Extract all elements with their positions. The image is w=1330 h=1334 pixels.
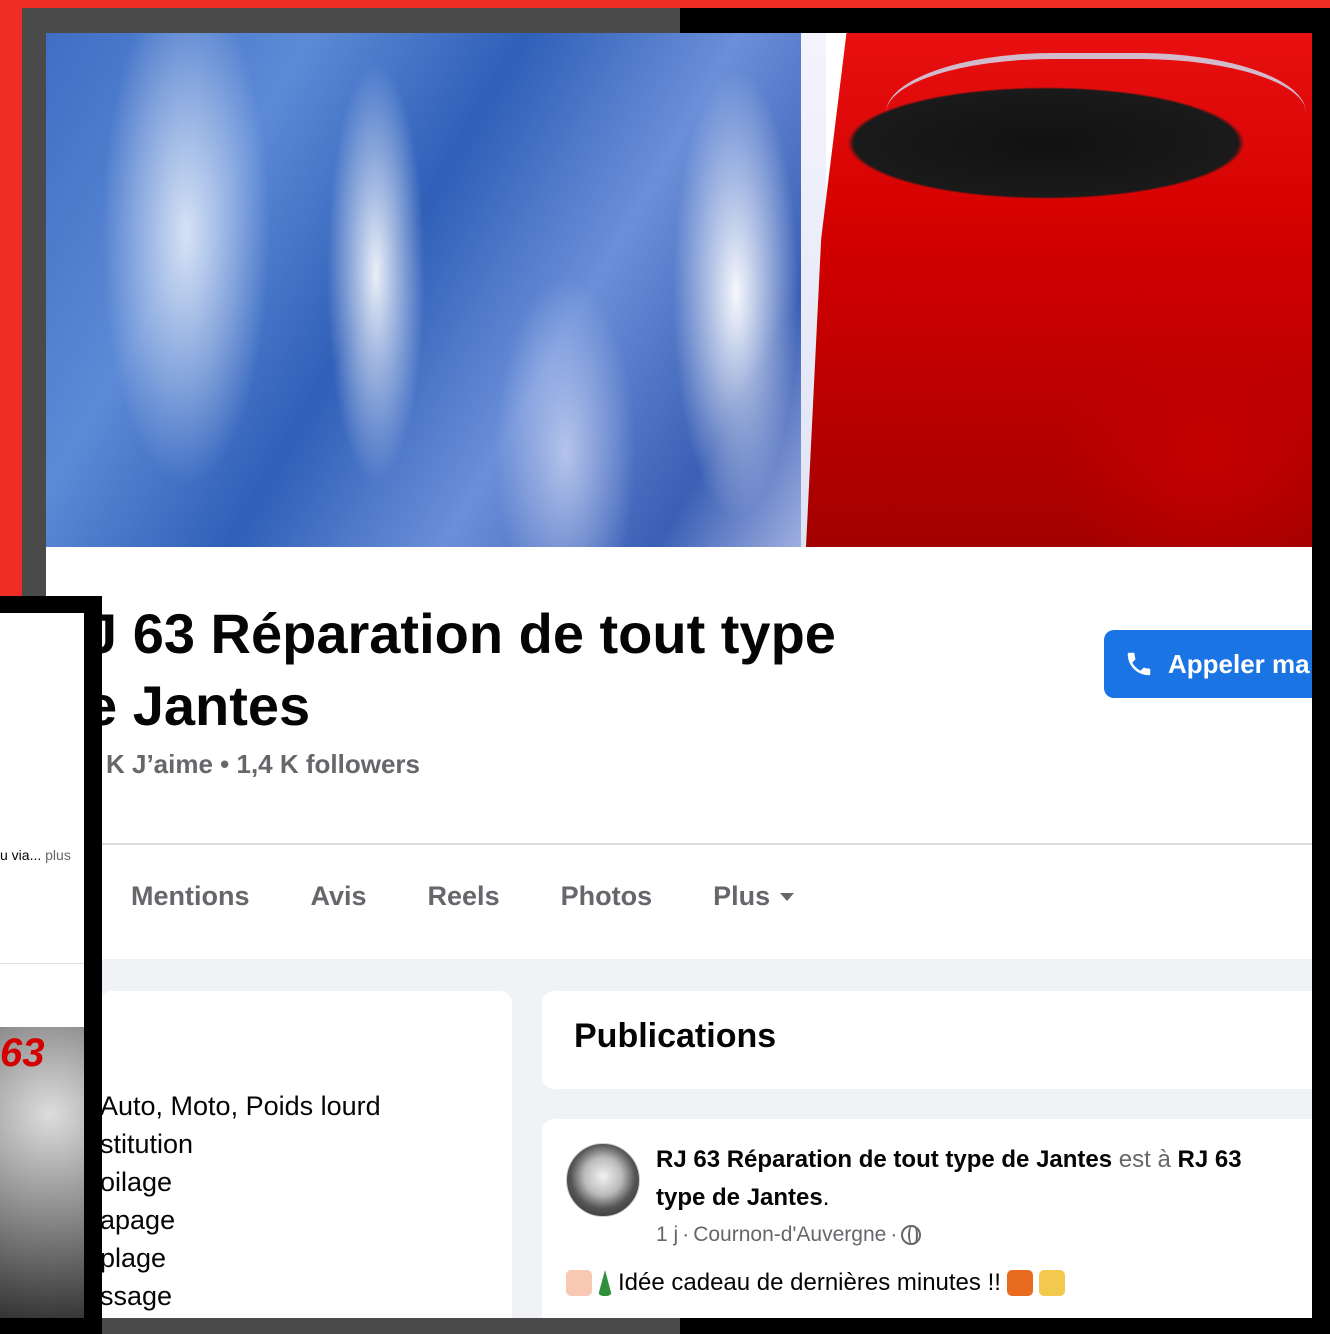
page-title-line1: J 63 Réparation de tout type — [86, 602, 836, 665]
tab-photos[interactable]: Photos — [561, 881, 653, 912]
phone-icon — [1127, 652, 1151, 676]
tab-plus[interactable]: Plus — [713, 881, 795, 912]
tab-avis[interactable]: Avis — [311, 881, 367, 912]
post-meta-separator: · — [890, 1223, 898, 1246]
post-author-line: RJ 63 Réparation de tout type de Jantes … — [656, 1146, 1242, 1211]
tree-emoji-icon — [598, 1270, 612, 1296]
overlay-more-link[interactable]: plus — [45, 847, 71, 863]
cover-left-blue — [46, 33, 816, 547]
facebook-page: J 63 Réparation de tout type e Jantes K … — [46, 33, 1312, 1318]
page-title-line2: e Jantes — [86, 674, 311, 737]
post-connector: est à — [1118, 1146, 1171, 1173]
avatar[interactable] — [566, 1143, 640, 1217]
post-card: RJ 63 Réparation de tout type de Jantes … — [542, 1119, 1312, 1318]
santa-emoji-icon — [566, 1270, 592, 1296]
overlay-snippet: u via... plus — [0, 847, 71, 863]
overlay-logo: 63 — [0, 1031, 45, 1075]
post-place-line2[interactable]: type de Jantes — [656, 1184, 823, 1211]
tab-mentions[interactable]: Mentions — [131, 881, 250, 912]
tab-reels[interactable]: Reels — [428, 881, 500, 912]
tab-label: Reels — [427, 881, 500, 911]
intro-line: apage — [100, 1205, 176, 1235]
post-meta: 1 j · Cournon-d'Auvergne · — [656, 1223, 922, 1247]
cover-photo — [46, 33, 1312, 547]
page-title: J 63 Réparation de tout type e Jantes — [86, 598, 836, 742]
page-tabs: Mentions Avis Reels Photos Plus — [131, 881, 855, 912]
tab-label: Plus — [713, 881, 771, 911]
post-text: Idée cadeau de dernières minutes !! — [566, 1269, 1065, 1297]
cover-right-red-car — [806, 33, 1312, 547]
overlay-divider — [0, 963, 84, 964]
intro-line: plage — [100, 1243, 167, 1273]
publications-header: Publications — [542, 991, 1312, 1089]
intro-line: ssage — [100, 1281, 173, 1311]
post-meta-separator: · — [682, 1223, 690, 1246]
tab-label: Mentions — [131, 881, 250, 911]
post-time[interactable]: 1 j — [656, 1223, 678, 1247]
headlight-shape — [886, 53, 1306, 203]
intro-line: oilage — [100, 1167, 173, 1197]
call-button[interactable]: Appeler ma — [1104, 630, 1312, 698]
post-place[interactable]: RJ 63 — [1178, 1146, 1242, 1173]
post-location[interactable]: Cournon-d'Auvergne — [693, 1223, 886, 1247]
gift-emoji-icon — [1006, 1270, 1033, 1296]
publications-title: Publications — [574, 1017, 777, 1055]
tab-label: Avis — [310, 881, 367, 911]
globe-icon — [901, 1225, 922, 1245]
post-text-content: Idée cadeau de dernières minutes !! — [618, 1269, 1001, 1296]
confetti-emoji-icon — [1038, 1270, 1065, 1296]
tab-label: Photos — [560, 881, 653, 911]
intro-line: stitution — [100, 1129, 194, 1159]
overlay-snippet-text: u via... — [0, 847, 42, 863]
overlay-screenshot: u via... plus 63 — [0, 613, 84, 1318]
intro-line: Auto, Moto, Poids lourd — [100, 1091, 381, 1121]
caret-down-icon — [780, 892, 795, 901]
header-divider — [100, 843, 1312, 845]
call-button-label: Appeler ma — [1168, 648, 1310, 679]
intro-card: Auto, Moto, Poids lourd stitution oilage… — [100, 991, 512, 1318]
page-stats: K J’aime • 1,4 K followers — [106, 749, 420, 779]
post-author[interactable]: RJ 63 Réparation de tout type de Jantes — [656, 1146, 1112, 1173]
